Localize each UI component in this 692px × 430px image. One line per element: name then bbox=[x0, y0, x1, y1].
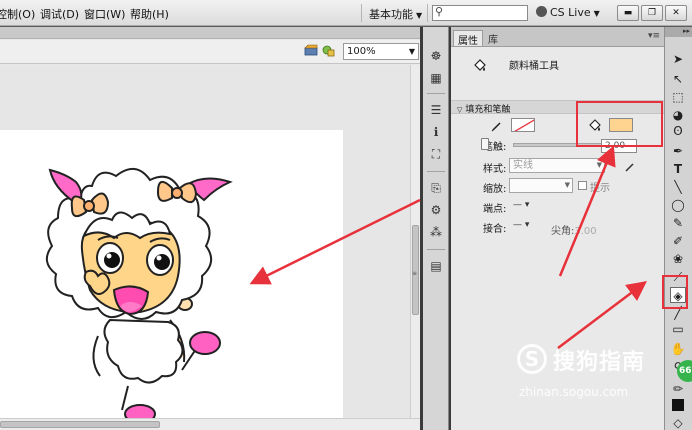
miter-field[interactable]: 尖角:3.00 bbox=[551, 222, 597, 237]
eraser-tool-icon[interactable]: ▭ bbox=[670, 321, 686, 337]
miter-label: 尖角: bbox=[551, 226, 575, 237]
style-select[interactable]: 实线 ▼ bbox=[509, 158, 605, 173]
vertical-scrollbar[interactable]: ≡ bbox=[410, 65, 420, 418]
collapsed-panels-column: ☸ ▦ ☰ ℹ ⛶ ⎘ ⚙ ⁂ ▤ bbox=[423, 27, 449, 430]
chevron-down-icon: ▼ bbox=[408, 47, 415, 56]
subselection-tool-icon[interactable]: ↖ bbox=[670, 71, 686, 87]
tool-name-label: 颜料桶工具 bbox=[509, 61, 559, 72]
stroke-color-tool-icon[interactable]: ✏ bbox=[670, 381, 686, 397]
stage-area: 100% ▼ ≡ bbox=[0, 27, 420, 430]
project-icon[interactable]: ▤ bbox=[429, 259, 443, 273]
tab-library[interactable]: 库 bbox=[484, 30, 502, 46]
pleasant-goat-character-image bbox=[45, 168, 233, 424]
brush-tool-icon[interactable]: ✐ bbox=[670, 233, 686, 249]
menu-control[interactable]: 控制(O) bbox=[0, 6, 35, 22]
stroke-color-swatch[interactable] bbox=[511, 118, 535, 132]
edit-scene-icon[interactable] bbox=[304, 44, 318, 56]
icon-group-separator bbox=[427, 93, 445, 94]
cs-live-label: CS Live bbox=[550, 6, 591, 19]
pencil-icon bbox=[491, 122, 501, 132]
edit-symbols-icon[interactable] bbox=[322, 44, 336, 58]
free-transform-tool-icon[interactable]: ⬚ bbox=[670, 89, 686, 105]
pasteboard bbox=[0, 65, 410, 430]
scrollbar-thumb[interactable] bbox=[0, 421, 160, 428]
close-button[interactable]: ✕ bbox=[665, 5, 687, 21]
chevron-down-icon: ▼ bbox=[596, 161, 602, 169]
hint-checkbox[interactable] bbox=[578, 181, 587, 190]
menubar-separator bbox=[427, 4, 428, 22]
swatches-icon[interactable]: ▦ bbox=[429, 71, 443, 85]
restore-button[interactable]: ❐ bbox=[641, 5, 663, 21]
minimize-button[interactable]: ▬ bbox=[617, 5, 639, 21]
horizontal-scrollbar[interactable] bbox=[0, 418, 420, 430]
highlight-box bbox=[576, 101, 663, 147]
section-title-label: 填充和笔触 bbox=[465, 105, 511, 115]
chevron-down-icon: ▼ bbox=[416, 11, 423, 20]
slider-thumb[interactable] bbox=[481, 138, 489, 150]
collapse-icon[interactable]: ▸▸ bbox=[665, 27, 692, 37]
component-inspector-icon[interactable]: ⁂ bbox=[429, 225, 443, 239]
motion-presets-icon[interactable]: ☸ bbox=[429, 49, 443, 63]
icon-group-separator bbox=[427, 249, 445, 250]
history-icon[interactable]: ⎘ bbox=[429, 181, 443, 195]
3d-rotation-tool-icon[interactable]: ◕ bbox=[670, 107, 686, 123]
properties-panel: 属性 库 ▾≡ 颜料桶工具 ▽ 填充和笔触 笔触: 2.00 样式: 实线 ▼ 缩… bbox=[451, 27, 664, 430]
scale-select[interactable]: ▼ bbox=[509, 178, 573, 193]
panel-tab-bar: 属性 库 ▾≡ bbox=[451, 27, 664, 47]
icon-group-separator bbox=[427, 171, 445, 172]
join-label: 接合: bbox=[483, 224, 507, 235]
collapse-triangle-icon: ▽ bbox=[457, 106, 463, 114]
cap-select[interactable]: — ▾ bbox=[513, 200, 529, 210]
zoom-value: 100% bbox=[347, 46, 376, 57]
paint-bucket-icon bbox=[474, 59, 486, 71]
cap-label: 端点: bbox=[483, 204, 507, 215]
oval-tool-icon[interactable]: ◯ bbox=[670, 197, 686, 213]
stage-canvas[interactable] bbox=[0, 130, 343, 430]
workspace-label: 基本功能 bbox=[369, 8, 413, 21]
align-icon[interactable]: ☰ bbox=[429, 103, 443, 117]
info-icon[interactable]: ℹ bbox=[429, 125, 443, 139]
chevron-down-icon: ▼ bbox=[564, 181, 570, 189]
edit-bar: 100% ▼ bbox=[0, 40, 420, 64]
text-tool-icon[interactable]: T bbox=[670, 161, 686, 177]
line-tool-icon[interactable]: ╲ bbox=[670, 179, 686, 195]
grip-icon: ≡ bbox=[412, 270, 418, 277]
highlight-box bbox=[662, 275, 688, 309]
help-search-input[interactable]: ⚲ bbox=[432, 5, 528, 21]
panel-menu-icon[interactable]: ▾≡ bbox=[648, 31, 660, 41]
pencil-tool-icon[interactable]: ✎ bbox=[670, 215, 686, 231]
no-color-icon bbox=[514, 119, 534, 131]
miter-value: 3.00 bbox=[574, 226, 597, 237]
zoom-select[interactable]: 100% ▼ bbox=[343, 43, 419, 60]
cs-live-icon bbox=[536, 6, 547, 17]
chevron-down-icon: ▼ bbox=[593, 9, 600, 18]
style-label: 样式: bbox=[483, 164, 507, 175]
document-tab-bar bbox=[0, 27, 420, 39]
transform-icon[interactable]: ⛶ bbox=[429, 147, 443, 161]
tab-properties[interactable]: 属性 bbox=[453, 30, 483, 47]
menubar-separator bbox=[361, 4, 362, 22]
search-icon: ⚲ bbox=[435, 5, 444, 18]
cs-live-button[interactable]: CS Live ▼ bbox=[536, 6, 600, 19]
notification-badge[interactable]: 66 bbox=[677, 360, 692, 382]
properties-empty-area bbox=[451, 267, 664, 430]
edit-stroke-style-icon[interactable] bbox=[624, 161, 636, 173]
menu-bar: 控制(O) 调试(D) 窗口(W) 帮助(H) 基本功能 ▼ ⚲ CS Live ▼… bbox=[0, 0, 692, 26]
style-value: 实线 bbox=[513, 160, 533, 171]
paint-bucket-icon[interactable]: ◇ bbox=[670, 415, 686, 430]
hand-tool-icon[interactable]: ✋ bbox=[670, 341, 686, 357]
join-select[interactable]: — ▾ bbox=[513, 220, 529, 230]
menu-help[interactable]: 帮助(H) bbox=[130, 6, 169, 22]
selection-tool-icon[interactable]: ➤ bbox=[670, 51, 686, 67]
fill-color-chip[interactable] bbox=[672, 399, 684, 411]
pen-tool-icon[interactable]: ✒ bbox=[670, 143, 686, 159]
deco-tool-icon[interactable]: ❀ bbox=[670, 251, 686, 267]
lasso-tool-icon[interactable]: ʘ bbox=[670, 123, 686, 139]
components-icon[interactable]: ⚙ bbox=[429, 203, 443, 217]
workspace-switcher[interactable]: 基本功能 ▼ bbox=[369, 6, 422, 22]
menu-debug[interactable]: 调试(D) bbox=[40, 6, 79, 22]
hint-label: 提示 bbox=[590, 183, 610, 194]
scale-label: 缩放: bbox=[483, 184, 507, 195]
menu-window[interactable]: 窗口(W) bbox=[84, 6, 125, 22]
